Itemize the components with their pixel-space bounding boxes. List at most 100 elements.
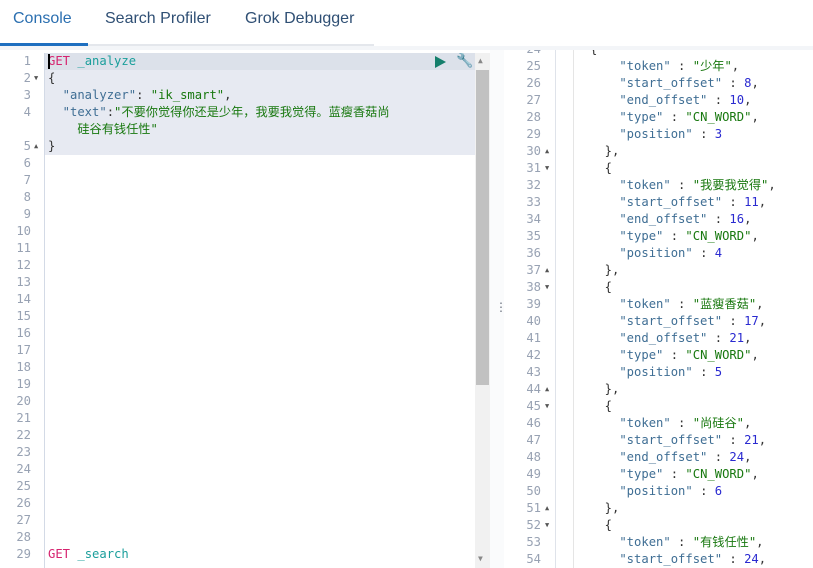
pane-resizer[interactable]: ⋮ [490, 50, 507, 568]
line-number-text: 25 [526, 59, 541, 73]
fold-up-icon[interactable]: ▲ [34, 138, 38, 155]
line-number-text: 1 [23, 54, 31, 68]
code-token: : [692, 127, 715, 141]
line-number-text: 37 [526, 263, 541, 277]
code-line: "position" : 6 [590, 483, 722, 500]
code-line: "type" : "CN_WORD", [590, 109, 758, 126]
code-token: : [692, 365, 715, 379]
tab-bar: Console Search Profiler Grok Debugger [0, 0, 813, 46]
code-token: { [590, 280, 613, 294]
code-token: "position" [590, 246, 693, 260]
code-token: : [663, 467, 686, 481]
code-token: "text" [48, 105, 107, 119]
line-number-text: 9 [23, 207, 31, 221]
line-number-text: 51 [526, 501, 541, 515]
code-token: 21 [729, 331, 745, 345]
code-token: 16 [729, 212, 745, 226]
code-token: "CN_WORD" [685, 110, 752, 124]
line-number-text: 26 [526, 76, 541, 90]
code-token: "我要我觉得" [692, 178, 769, 192]
code-token: : [663, 229, 686, 243]
line-number-text: 45 [526, 399, 541, 413]
code-token: "end_offset" [590, 331, 708, 345]
code-line: "start_offset" : 21, [590, 432, 766, 449]
code-line: "end_offset" : 21, [590, 330, 751, 347]
fold-up-icon[interactable]: ▲ [545, 143, 549, 160]
code-token: : [707, 450, 730, 464]
fold-down-icon[interactable]: ▼ [545, 160, 549, 177]
code-token: , [756, 535, 764, 549]
code-token: "start_offset" [590, 314, 723, 328]
code-line: "token" : "尚硅谷", [590, 415, 751, 432]
line-number-text: 22 [16, 428, 31, 442]
response-editor[interactable]: 24 { 25 "token" : "少年", 26 "start_offset"… [504, 50, 813, 568]
code-token: "尚硅谷" [692, 416, 744, 430]
scroll-down-arrow-icon[interactable]: ▼ [478, 554, 483, 563]
code-token: 6 [714, 484, 723, 498]
fold-up-icon[interactable]: ▲ [545, 381, 549, 398]
tab-console[interactable]: Console [13, 10, 72, 28]
code-line: "type" : "CN_WORD", [590, 228, 758, 245]
scrollbar-thumb[interactable] [476, 70, 489, 385]
code-token: "CN_WORD" [685, 229, 752, 243]
line-number-text: 30 [526, 144, 541, 158]
code-token: "position" [590, 365, 693, 379]
code-token: , [756, 297, 764, 311]
line-number-text: 23 [16, 445, 31, 459]
line-number-text: 4 [23, 105, 31, 119]
code-token: "end_offset" [590, 450, 708, 464]
code-token: : [692, 484, 715, 498]
request-scrollbar[interactable]: ▲ ▼ [475, 53, 490, 568]
tab-grok-debugger[interactable]: Grok Debugger [245, 10, 354, 28]
fold-down-icon[interactable]: ▼ [545, 279, 549, 296]
fold-down-icon[interactable]: ▼ [545, 517, 549, 534]
code-token: "position" [590, 484, 693, 498]
code-line: "token" : "有钱任性", [590, 534, 764, 551]
line-number-text: 28 [16, 530, 31, 544]
code-token: , [751, 76, 759, 90]
text-cursor [48, 54, 50, 69]
line-number-text: 33 [526, 195, 541, 209]
code-token: 11 [744, 195, 759, 209]
code-line: "position" : 5 [590, 364, 722, 381]
line-number-text: 2 [23, 71, 31, 85]
line-number-text: 47 [526, 433, 541, 447]
code-token: "CN_WORD" [685, 467, 752, 481]
code-token: : [106, 105, 115, 119]
code-token: : [670, 59, 693, 73]
line-number-text: 12 [16, 258, 31, 272]
fold-down-icon[interactable]: ▼ [34, 70, 38, 87]
code-token: , [744, 450, 752, 464]
code-token: , [751, 348, 759, 362]
code-line: }, [590, 262, 620, 279]
request-editor[interactable]: 1 GET _analyze 2 ▼{3 "analyzer": "ik_smart"… [0, 53, 490, 568]
code-token: , [743, 416, 752, 430]
line-number-text: 40 [526, 314, 541, 328]
code-token: "end_offset" [590, 93, 708, 107]
line-number-text: 43 [526, 365, 541, 379]
code-token: 4 [714, 246, 723, 260]
line-number-text: 31 [526, 161, 541, 175]
line-number-text: 44 [526, 382, 541, 396]
code-token: , [224, 88, 232, 102]
tab-search-profiler[interactable]: Search Profiler [105, 10, 211, 28]
code-token: : [707, 331, 730, 345]
wrench-icon[interactable]: 🔧 [456, 53, 473, 69]
fold-up-icon[interactable]: ▲ [545, 500, 549, 517]
line-number-text: 26 [16, 496, 31, 510]
code-token: "token" [590, 297, 671, 311]
scroll-up-arrow-icon[interactable]: ▲ [478, 56, 483, 65]
code-token: "type" [590, 467, 664, 481]
code-line: "type" : "CN_WORD", [590, 466, 759, 483]
code-token: "type" [590, 348, 664, 362]
fold-down-icon[interactable]: ▼ [545, 398, 549, 415]
line-number-text: 21 [16, 411, 31, 425]
play-icon[interactable] [435, 56, 446, 68]
fold-up-icon[interactable]: ▲ [545, 262, 549, 279]
code-token: "analyzer" [48, 88, 137, 102]
line-number-text: 17 [16, 343, 31, 357]
code-token: , [751, 467, 759, 481]
code-line: "text":"不要你觉得你还是少年，我要我觉得。蓝瘦香菇尚 [48, 104, 390, 121]
line-number-text: 48 [526, 450, 541, 464]
code-token: GET [48, 54, 71, 68]
